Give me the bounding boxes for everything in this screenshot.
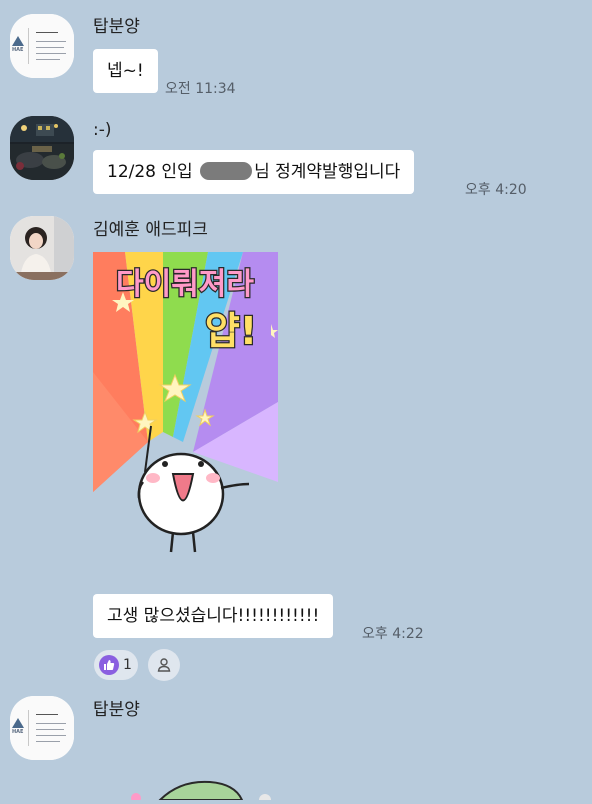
message-time: 오후 4:20 <box>465 182 527 198</box>
sticker-image-partial[interactable] <box>120 776 290 804</box>
card-line <box>36 32 58 33</box>
logo-text: HAE <box>12 729 24 735</box>
avatar-tapbunyang[interactable]: HAE <box>10 696 74 760</box>
logo-triangle-icon <box>12 718 24 728</box>
person-photo <box>10 216 74 280</box>
message-bubble[interactable]: 12/28 인입 님 정계약발행입니다 <box>93 150 415 194</box>
message-text-before: 12/28 인입 <box>107 162 199 182</box>
sticker-text-line2: 얍! <box>205 309 257 353</box>
card-line <box>36 47 64 48</box>
reaction-members-button[interactable] <box>148 649 180 681</box>
like-reaction[interactable]: 1 <box>94 650 138 680</box>
partial-sticker-icon <box>131 780 271 804</box>
logo-text: HAE <box>12 47 24 53</box>
sender-name: 김예훈 애드피크 <box>93 220 208 240</box>
card-line <box>36 735 66 736</box>
avatar-smiley[interactable] <box>10 116 74 180</box>
sender-name: :-) <box>93 120 112 140</box>
night-street-photo <box>10 116 74 180</box>
card-divider <box>28 28 29 64</box>
business-card-image: HAE <box>10 696 74 760</box>
card-line <box>36 723 66 724</box>
card-line <box>36 41 66 42</box>
card-line <box>36 741 60 742</box>
message-time: 오후 4:22 <box>362 626 424 642</box>
card-line <box>36 59 60 60</box>
message-time: 오전 11:34 <box>165 81 236 97</box>
card-line <box>36 53 66 54</box>
card-line <box>36 714 58 715</box>
rainbow-sticker: 다이뤄져라 얍! <box>93 252 278 553</box>
card-line <box>36 729 64 730</box>
sender-name: 탑분양 <box>93 17 140 37</box>
card-divider <box>28 710 29 746</box>
message-bubble[interactable]: 고생 많으셨습니다!!!!!!!!!!!! <box>93 594 334 638</box>
sender-name: 탑분양 <box>93 700 140 720</box>
business-card-image: HAE <box>10 14 74 78</box>
logo-triangle-icon <box>12 36 24 46</box>
avatar-tapbunyang[interactable]: HAE <box>10 14 74 78</box>
person-icon <box>157 658 171 672</box>
sticker-image[interactable]: 다이뤄져라 얍! <box>93 252 278 562</box>
avatar-kimyehun[interactable] <box>10 216 74 280</box>
like-count: 1 <box>123 657 132 673</box>
thumbs-up-icon <box>99 655 119 675</box>
message-bubble[interactable]: 넵~! <box>93 49 158 93</box>
redacted-name <box>200 162 253 180</box>
message-text-after: 님 정계약발행입니다 <box>254 162 401 182</box>
sticker-text-line1: 다이뤄져라 <box>116 267 254 302</box>
